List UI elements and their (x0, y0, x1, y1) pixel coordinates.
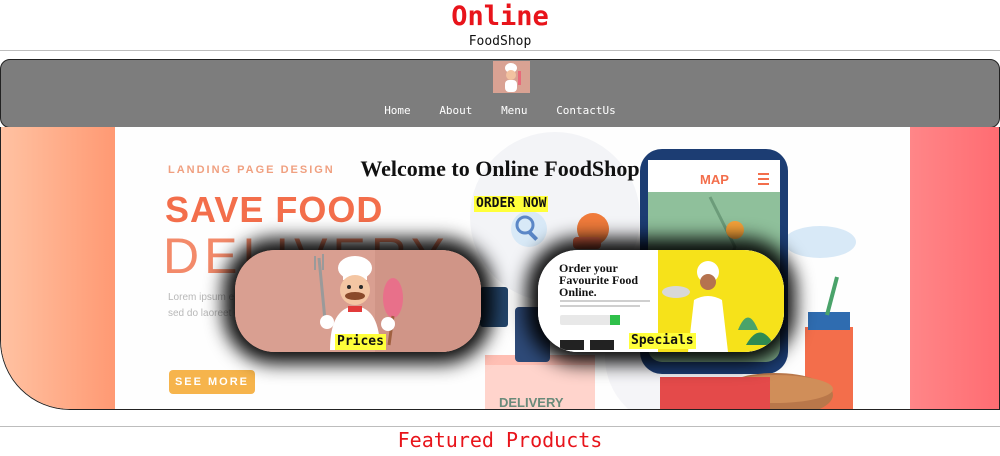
specials-card[interactable]: Order your Favourite Food Online. Specia… (538, 250, 784, 352)
brand-title: Online (451, 1, 549, 32)
nav-item-about[interactable]: About (439, 104, 472, 117)
featured-products-heading: Featured Products (397, 428, 603, 452)
divider (0, 426, 1000, 427)
nav-item-home[interactable]: Home (384, 104, 411, 117)
prices-card[interactable]: Prices (235, 250, 481, 352)
nav-menu: Home About Menu ContactUs (1, 104, 999, 117)
delivery-box-label: DELIVERY (499, 395, 564, 409)
welcome-heading: Welcome to Online FoodShop (360, 156, 640, 181)
prices-label[interactable]: Prices (335, 334, 386, 350)
navbar: Home About Menu ContactUs (0, 59, 1000, 128)
specials-label[interactable]: Specials (629, 333, 696, 349)
see-more-banner-button: SEE MORE (169, 370, 255, 394)
nav-item-menu[interactable]: Menu (501, 104, 528, 117)
specials-image-heading: Order your Favourite Food Online. (559, 261, 638, 299)
order-now-button[interactable]: ORDER NOW (474, 196, 549, 212)
brand-header: Online FoodShop (0, 0, 1000, 50)
banner-headline: SAVE FOOD (165, 189, 384, 230)
nav-item-contactus[interactable]: ContactUs (556, 104, 616, 117)
divider (0, 50, 1000, 51)
chef-logo-image[interactable] (493, 61, 530, 93)
brand-subtitle: FoodShop (468, 34, 532, 49)
